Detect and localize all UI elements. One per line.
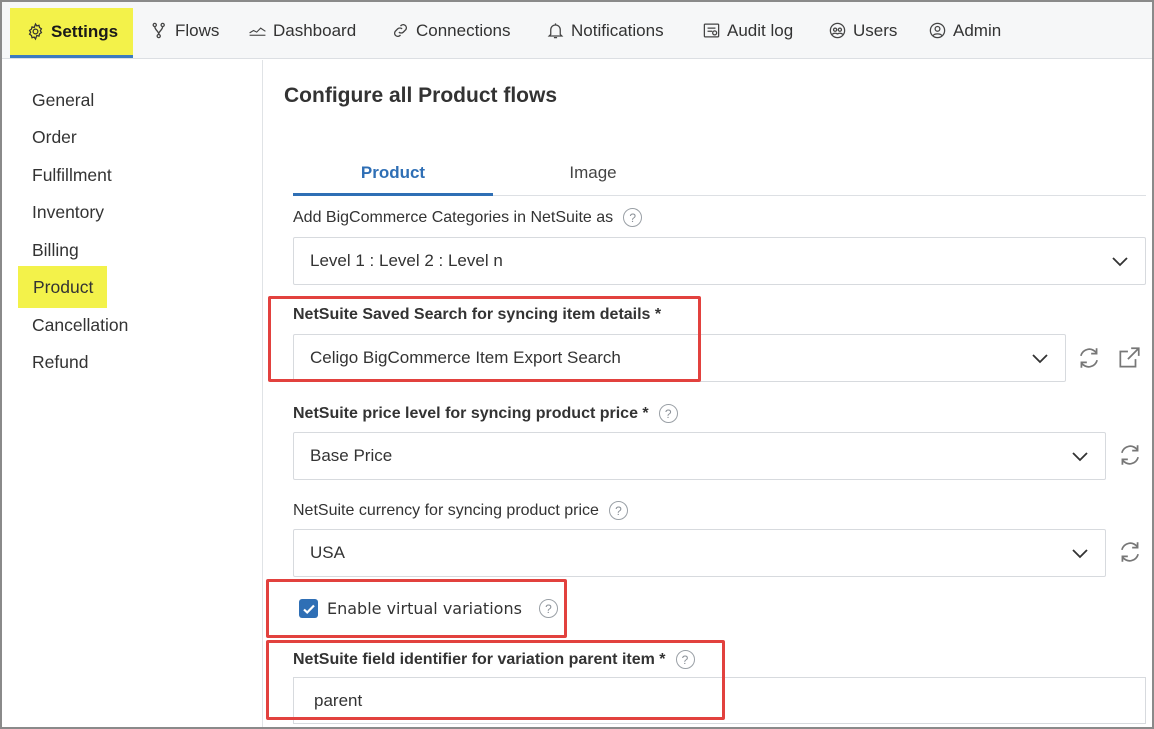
- dashboard-icon: [249, 27, 266, 36]
- nav-flows-label: Flows: [175, 20, 220, 40]
- price-level-label-text: NetSuite price level for syncing product…: [293, 404, 649, 422]
- top-navigation: Settings Flows Dashboard Connections Not…: [2, 2, 1152, 59]
- parent-identifier-label: NetSuite field identifier for variation …: [293, 650, 695, 669]
- sidebar-item-general[interactable]: General: [32, 87, 94, 113]
- nav-notifications-label: Notifications: [571, 20, 664, 40]
- sidebar-item-product[interactable]: Product: [18, 266, 108, 308]
- currency-label-text: NetSuite currency for syncing product pr…: [293, 501, 599, 519]
- sidebar-item-inventory[interactable]: Inventory: [32, 199, 104, 225]
- settings-sidebar: General Order Fulfillment Inventory Bill…: [12, 60, 263, 727]
- link-icon: [394, 24, 407, 37]
- help-icon[interactable]: ?: [538, 599, 558, 618]
- help-icon[interactable]: ?: [658, 404, 678, 423]
- nav-settings-label: Settings: [51, 21, 119, 41]
- checkmark-icon: [302, 604, 315, 614]
- nav-flows[interactable]: Flows: [150, 2, 219, 59]
- help-icon[interactable]: ?: [675, 650, 695, 669]
- saved-search-label-text: NetSuite Saved Search for syncing item d…: [293, 306, 662, 323]
- virtual-variations-label: Enable virtual variations: [327, 599, 522, 618]
- categories-label-text: Add BigCommerce Categories in NetSuite a…: [293, 208, 614, 226]
- nav-audit-log[interactable]: Audit log: [702, 2, 793, 59]
- nav-connections[interactable]: Connections: [391, 2, 511, 59]
- admin-icon: [929, 22, 946, 39]
- nav-audit-log-label: Audit log: [727, 20, 794, 40]
- price-level-label: NetSuite price level for syncing product…: [293, 404, 678, 423]
- sidebar-item-order[interactable]: Order: [32, 124, 77, 150]
- refresh-icon[interactable]: [1117, 442, 1143, 468]
- nav-dashboard-label: Dashboard: [273, 20, 357, 40]
- categories-select[interactable]: Level 1 : Level 2 : Level n: [293, 237, 1146, 285]
- saved-search-label: NetSuite Saved Search for syncing item d…: [293, 306, 661, 324]
- main-content: Configure all Product flows Product Imag…: [264, 60, 1152, 727]
- nav-connections-label: Connections: [416, 20, 511, 40]
- help-icon[interactable]: ?: [623, 208, 643, 227]
- flows-icon: [152, 22, 165, 39]
- chevron-down-icon: [1072, 452, 1088, 462]
- refresh-icon[interactable]: [1117, 539, 1143, 565]
- parent-identifier-input[interactable]: parent: [293, 677, 1146, 724]
- tab-image[interactable]: Image: [493, 154, 693, 196]
- nav-users[interactable]: Users: [828, 2, 897, 59]
- external-link-icon[interactable]: [1116, 345, 1142, 371]
- sidebar-item-fulfillment[interactable]: Fulfillment: [32, 162, 112, 188]
- nav-users-label: Users: [853, 20, 898, 40]
- saved-search-select[interactable]: Celigo BigCommerce Item Export Search: [293, 334, 1066, 382]
- virtual-variations-checkbox[interactable]: [299, 599, 318, 618]
- audit-log-icon: [703, 23, 720, 38]
- gear-icon: [28, 22, 43, 41]
- categories-select-value: Level 1 : Level 2 : Level n: [310, 251, 503, 270]
- virtual-variations-row: Enable virtual variations ?: [299, 599, 558, 618]
- parent-identifier-label-text: NetSuite field identifier for variation …: [293, 650, 666, 668]
- nav-dashboard[interactable]: Dashboard: [248, 2, 356, 59]
- page-title: Configure all Product flows: [284, 84, 558, 107]
- refresh-icon[interactable]: [1076, 345, 1102, 371]
- sidebar-item-cancellation[interactable]: Cancellation: [32, 312, 128, 338]
- tab-bar: Product Image: [293, 154, 1146, 196]
- price-level-select[interactable]: Base Price: [293, 432, 1106, 480]
- bell-icon: [547, 23, 564, 39]
- sidebar-item-refund[interactable]: Refund: [32, 349, 88, 375]
- users-icon: [829, 22, 846, 39]
- chevron-down-icon: [1032, 354, 1048, 364]
- nav-notifications[interactable]: Notifications: [546, 2, 664, 59]
- saved-search-select-value: Celigo BigCommerce Item Export Search: [310, 348, 621, 367]
- price-level-select-value: Base Price: [310, 446, 393, 465]
- chevron-down-icon: [1112, 257, 1128, 267]
- tab-product[interactable]: Product: [293, 154, 493, 196]
- categories-label: Add BigCommerce Categories in NetSuite a…: [293, 208, 643, 227]
- nav-admin[interactable]: Admin: [928, 2, 1001, 59]
- currency-label: NetSuite currency for syncing product pr…: [293, 501, 628, 520]
- chevron-down-icon: [1072, 549, 1088, 559]
- currency-select-value: USA: [310, 543, 345, 562]
- sidebar-item-billing[interactable]: Billing: [32, 237, 79, 263]
- currency-select[interactable]: USA: [293, 529, 1106, 577]
- help-icon[interactable]: ?: [608, 501, 628, 520]
- app-window: Settings Flows Dashboard Connections Not…: [0, 0, 1154, 729]
- nav-settings[interactable]: Settings: [10, 8, 133, 58]
- nav-admin-label: Admin: [953, 20, 1002, 40]
